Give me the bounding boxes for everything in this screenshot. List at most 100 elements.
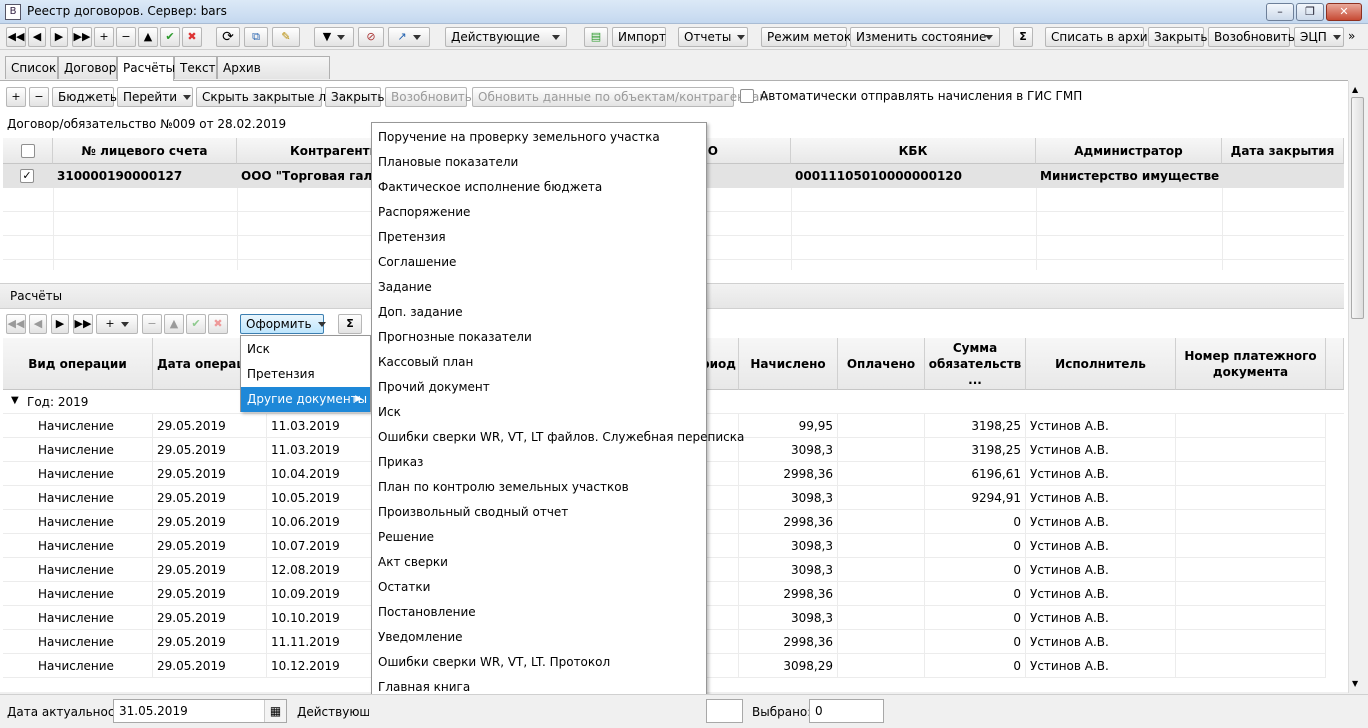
submenu-item[interactable]: Решение	[372, 525, 706, 550]
last-record-icon[interactable]: ▶▶	[72, 27, 92, 47]
auto-send-checkbox[interactable]	[740, 89, 754, 103]
calc-cancel-icon[interactable]: ✖	[208, 314, 228, 334]
submenu-item[interactable]: Задание	[372, 275, 706, 300]
sum-icon[interactable]: Σ	[1013, 27, 1033, 47]
calc-next-icon[interactable]: ▶	[51, 314, 69, 334]
submenu-item[interactable]: Распоряжение	[372, 200, 706, 225]
add-icon[interactable]: +	[94, 27, 114, 47]
submenu-item[interactable]: Постановление	[372, 600, 706, 625]
tab-contract[interactable]: Договор	[58, 56, 117, 79]
submenu-item[interactable]: Доп. задание	[372, 300, 706, 325]
submenu-item[interactable]: Произвольный сводный отчет	[372, 500, 706, 525]
col-administrator[interactable]: Администратор	[1036, 138, 1222, 164]
selected-count-field[interactable]: 0	[809, 699, 884, 723]
calc-first-icon[interactable]: ◀◀	[6, 314, 26, 334]
close-contract-button[interactable]: Закрыть	[1148, 27, 1207, 47]
submenu-item[interactable]: Соглашение	[372, 250, 706, 275]
submenu-item[interactable]: Прогнозные показатели	[372, 325, 706, 350]
close-window-button[interactable]: ✕	[1326, 3, 1362, 21]
calendar-icon[interactable]: ▦	[264, 700, 286, 722]
resume-account-button[interactable]: Возобновить	[385, 87, 472, 107]
submenu-item[interactable]: Уведомление	[372, 625, 706, 650]
maximize-button[interactable]: ❐	[1296, 3, 1324, 21]
menu-item-lawsuit[interactable]: Иск	[241, 337, 370, 362]
update-data-button[interactable]: Обновить данные по объектам/контрагентам	[472, 87, 768, 107]
goto-button[interactable]: Перейти	[117, 87, 193, 107]
submenu-item[interactable]: Ошибки сверки WR, VT, LT файлов. Служебн…	[372, 425, 744, 450]
menu-item-claim[interactable]: Претензия	[241, 362, 370, 387]
cancel-icon[interactable]: ✖	[182, 27, 202, 47]
submenu-item[interactable]: Остатки	[372, 575, 706, 600]
status-select[interactable]: Действующие	[445, 27, 567, 47]
col-accrued[interactable]: Начислено	[739, 338, 838, 390]
col-obligations-sum[interactable]: Сумма обязательств ...	[925, 338, 1026, 390]
collapse-icon[interactable]: ▼	[11, 395, 19, 406]
col-operation-type[interactable]: Вид операции	[3, 338, 153, 390]
add-budget-icon[interactable]: +	[6, 87, 26, 107]
submenu-item[interactable]: Поручение на проверку земельного участка	[372, 125, 706, 150]
edit-icon[interactable]: ✎	[272, 27, 300, 47]
submenu-item[interactable]: Акт сверки	[372, 550, 706, 575]
accounts-select-all[interactable]	[3, 138, 53, 164]
vertical-scrollbar[interactable]: ▲ ▼	[1348, 81, 1366, 693]
reports-button[interactable]: Отчеты	[678, 27, 748, 47]
format-button[interactable]: Оформить	[240, 314, 326, 334]
active-count-field[interactable]	[706, 699, 743, 723]
first-record-icon[interactable]: ◀◀	[6, 27, 26, 47]
budgets-button[interactable]: Бюджеты	[52, 87, 119, 107]
date-field[interactable]: 31.05.2019 ▦	[113, 699, 287, 723]
submenu-item[interactable]: План по контролю земельных участков	[372, 475, 706, 500]
col-account-number[interactable]: № лицевого счета	[53, 138, 237, 164]
ecp-button[interactable]: ЭЦП	[1294, 27, 1344, 47]
change-state-button[interactable]: Изменить состояние	[850, 27, 1000, 47]
col-kbk[interactable]: КБК	[791, 138, 1036, 164]
submenu-item[interactable]: Кассовый план	[372, 350, 706, 375]
calc-last-icon[interactable]: ▶▶	[73, 314, 93, 334]
col-paid[interactable]: Оплачено	[838, 338, 925, 390]
confirm-icon[interactable]: ✔	[160, 27, 180, 47]
calc-up-icon[interactable]: ▲	[164, 314, 184, 334]
filter-icon[interactable]: ▼	[314, 27, 354, 47]
row-checkbox[interactable]: ✓	[20, 169, 34, 183]
copy-icon[interactable]: ⧉	[244, 27, 268, 47]
excel-icon[interactable]: ▤	[584, 27, 608, 47]
next-record-icon[interactable]: ▶	[50, 27, 68, 47]
tab-calculations[interactable]: Расчёты	[117, 56, 175, 81]
menu-item-other-documents[interactable]: Другие документы ▶	[241, 387, 370, 412]
submenu-item[interactable]: Фактическое исполнение бюджета	[372, 175, 706, 200]
remove-icon[interactable]: −	[116, 27, 136, 47]
toolbar-overflow-icon[interactable]: »	[1348, 29, 1355, 43]
col-counterparties[interactable]: Контрагенты	[237, 138, 372, 164]
refresh-icon[interactable]: ⟳	[216, 27, 240, 47]
submenu-item[interactable]: Прочий документ	[372, 375, 706, 400]
calc-prev-icon[interactable]: ◀	[29, 314, 47, 334]
move-up-icon[interactable]: ▲	[138, 27, 158, 47]
calc-remove-icon[interactable]: −	[142, 314, 162, 334]
remove-budget-icon[interactable]: −	[29, 87, 49, 107]
tab-documents-archive[interactable]: Архив документов	[217, 56, 330, 97]
scroll-down-icon[interactable]: ▼	[1352, 679, 1358, 688]
calc-confirm-icon[interactable]: ✔	[186, 314, 206, 334]
col-payment-doc[interactable]: Номер платежного документа	[1176, 338, 1326, 390]
calc-add-icon[interactable]: +	[96, 314, 138, 334]
minimize-button[interactable]: –	[1266, 3, 1294, 21]
submenu-item[interactable]: Плановые показатели	[372, 150, 706, 175]
close-account-button[interactable]: Закрыть	[325, 87, 384, 107]
submenu-item[interactable]: Приказ	[372, 450, 706, 475]
calc-sum-icon[interactable]: Σ	[338, 314, 362, 334]
select-all-checkbox[interactable]	[20, 143, 35, 158]
submenu-item[interactable]: Претензия	[372, 225, 706, 250]
col-close-date[interactable]: Дата закрытия	[1222, 138, 1344, 164]
submenu-item[interactable]: Иск	[372, 400, 706, 425]
hide-closed-button[interactable]: Скрыть закрытые л/с	[196, 87, 337, 107]
clear-filter-icon[interactable]: ⊘	[358, 27, 384, 47]
col-executor[interactable]: Исполнитель	[1026, 338, 1176, 390]
archive-button[interactable]: Списать в архив	[1045, 27, 1155, 47]
goto-icon[interactable]: ↗	[388, 27, 430, 47]
scroll-up-icon[interactable]: ▲	[1352, 85, 1358, 94]
marks-mode-button[interactable]: Режим меток	[761, 27, 851, 47]
submenu-item[interactable]: Ошибки сверки WR, VT, LT. Протокол	[372, 650, 706, 675]
resume-button[interactable]: Возобновить	[1208, 27, 1295, 47]
scroll-thumb[interactable]	[1351, 97, 1364, 319]
prev-record-icon[interactable]: ◀	[28, 27, 46, 47]
